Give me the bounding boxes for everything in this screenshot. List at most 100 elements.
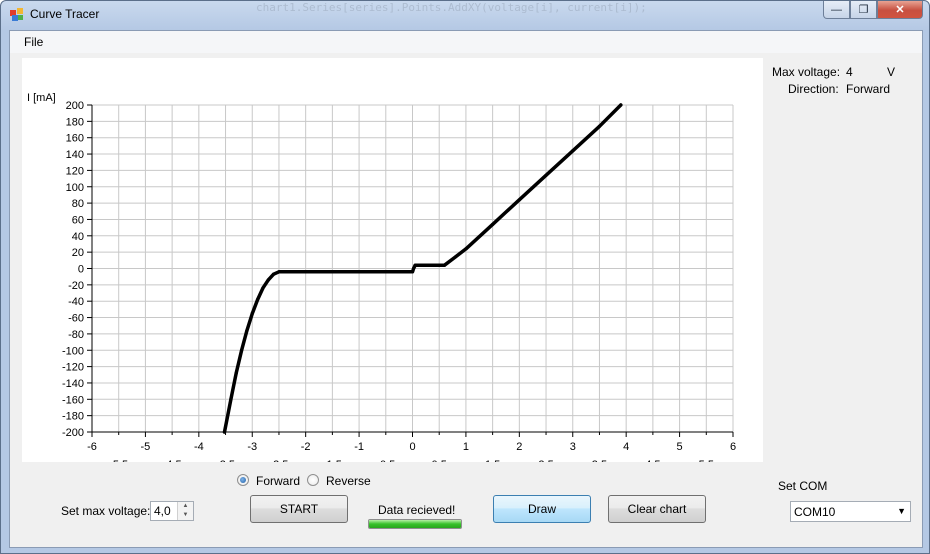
y-tick-label: -200 — [62, 427, 84, 439]
x-minor-tick-label: 3,5 — [592, 459, 607, 462]
max-voltage-unit: V — [887, 65, 896, 79]
data-point — [304, 270, 308, 274]
max-voltage-input[interactable]: 4,0 — [154, 504, 171, 518]
x-tick-label: 2 — [516, 441, 522, 453]
reverse-radio-label[interactable]: Reverse — [326, 474, 371, 488]
set-max-voltage-label: Set max voltage: — [61, 504, 151, 518]
progress-bar — [368, 519, 462, 529]
y-tick-label: 100 — [66, 182, 84, 194]
y-tick-label: 20 — [72, 247, 84, 259]
y-tick-label: 0 — [78, 264, 84, 276]
y-tick-label: 200 — [66, 100, 84, 112]
minimize-button[interactable]: — — [823, 1, 850, 19]
close-icon: ✕ — [895, 4, 905, 16]
stepper-buttons: ▲ ▼ — [177, 502, 193, 520]
x-minor-tick-label: -3,5 — [216, 459, 235, 462]
y-tick-label: -80 — [68, 329, 84, 341]
y-tick-label: 80 — [72, 198, 84, 210]
y-tick-label: -20 — [68, 280, 84, 292]
x-minor-tick-label: 0,5 — [432, 459, 447, 462]
data-point — [266, 278, 270, 282]
minimize-icon: — — [831, 3, 842, 16]
y-tick-label: 40 — [72, 231, 84, 243]
data-point — [411, 266, 416, 271]
data-point — [229, 397, 233, 401]
start-button[interactable]: START — [250, 495, 348, 523]
chart-svg: 200180160140120100806040200-20-40-60-80-… — [27, 92, 736, 462]
x-minor-tick-label: -5,5 — [109, 459, 128, 462]
y-tick-label: 140 — [66, 149, 84, 161]
forward-radio-label[interactable]: Forward — [256, 474, 300, 488]
data-point — [357, 270, 361, 274]
data-point — [571, 149, 575, 153]
data-point — [426, 263, 431, 267]
data-point — [245, 329, 249, 333]
menu-bar: File — [10, 31, 922, 53]
set-com-label: Set COM — [778, 479, 828, 493]
draw-button-label: Draw — [527, 502, 556, 516]
x-tick-label: 3 — [570, 441, 576, 453]
y-tick-label: -40 — [68, 296, 84, 308]
y-tick-label: 60 — [72, 214, 84, 226]
maximize-button[interactable]: ❐ — [850, 1, 877, 19]
title-bar[interactable]: Curve Tracer chart1.Series[series].Point… — [1, 1, 929, 29]
x-tick-label: -2 — [301, 441, 311, 453]
y-tick-label: -120 — [62, 362, 84, 374]
x-minor-tick-label: 2,5 — [538, 459, 553, 462]
data-point — [234, 371, 238, 375]
data-point — [330, 270, 334, 274]
reverse-radio[interactable] — [307, 474, 319, 486]
data-point — [544, 173, 548, 177]
max-voltage-label: Max voltage: — [772, 65, 841, 79]
com-port-select[interactable]: COM10 ▼ — [790, 501, 911, 522]
x-tick-label: 1 — [463, 441, 469, 453]
data-point — [255, 297, 260, 302]
data-point — [453, 255, 457, 259]
forward-radio[interactable] — [237, 474, 249, 486]
data-point — [464, 247, 468, 251]
restore-icon: ❐ — [858, 4, 869, 16]
data-point — [413, 263, 417, 267]
progress-fill — [369, 520, 461, 528]
data-point — [517, 198, 521, 202]
x-minor-tick-label: -4,5 — [163, 459, 182, 462]
direction-value: Forward — [846, 82, 891, 96]
chevron-down-icon[interactable]: ▼ — [897, 506, 906, 516]
x-minor-tick-label: -0,5 — [376, 459, 395, 462]
menu-file[interactable]: File — [24, 35, 43, 49]
x-tick-label: -6 — [87, 441, 97, 453]
close-button[interactable]: ✕ — [877, 1, 923, 19]
x-minor-tick-label: -2,5 — [269, 459, 288, 462]
x-minor-tick-label: 5,5 — [699, 459, 714, 462]
max-voltage-stepper[interactable]: 4,0 ▲ ▼ — [150, 501, 194, 521]
x-tick-label: 0 — [409, 441, 415, 453]
window-title: Curve Tracer — [30, 7, 100, 21]
x-tick-label: 5 — [677, 441, 683, 453]
client-area: File 200 180 160 140 120 100 80 60 40 20 0 -20 -40 -6… — [9, 30, 923, 548]
data-point — [410, 270, 415, 274]
y-tick-label: -140 — [62, 378, 84, 390]
clear-chart-button-label: Clear chart — [627, 502, 687, 516]
x-minor-tick-label: 4,5 — [645, 459, 660, 462]
data-point — [619, 103, 623, 107]
application-window: Curve Tracer chart1.Series[series].Point… — [0, 0, 930, 554]
x-tick-label: -1 — [354, 441, 364, 453]
iv-chart: 200 180 160 140 120 100 80 60 40 20 0 -20 -40 -60 -80-… — [22, 58, 763, 462]
data-point — [239, 348, 244, 352]
data-point — [250, 311, 254, 316]
draw-button[interactable]: Draw — [493, 495, 591, 523]
direction-label: Direction: — [788, 82, 839, 96]
data-point — [597, 124, 602, 128]
clear-chart-button[interactable]: Clear chart — [608, 495, 706, 523]
app-icon — [10, 8, 23, 21]
stepper-up-icon[interactable]: ▲ — [178, 502, 193, 511]
x-tick-label: -5 — [141, 441, 151, 453]
data-point — [384, 270, 388, 274]
com-port-value: COM10 — [794, 505, 836, 519]
y-tick-label: -60 — [68, 313, 84, 325]
start-button-label: START — [279, 502, 319, 516]
y-tick-label: -160 — [62, 394, 84, 406]
stepper-down-icon[interactable]: ▼ — [178, 511, 193, 520]
max-voltage-value: 4 — [846, 65, 853, 79]
x-tick-label: -3 — [247, 441, 257, 453]
